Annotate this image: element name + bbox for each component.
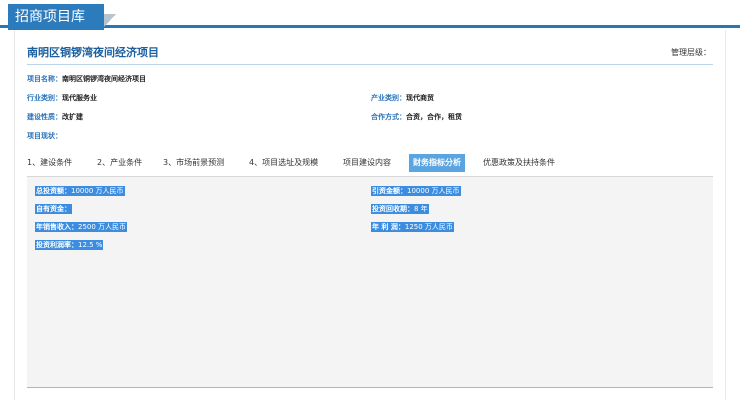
tab-industry-conditions[interactable]: 2、产业条件 [97,154,142,172]
info-label: 建设性质： [27,113,62,121]
metric-profit-rate: 投资利润率：12.5 % [35,240,104,250]
tab-site-and-scale[interactable]: 4、项目选址及规模 [249,154,318,172]
project-title: 南明区铜锣湾夜间经济项目 [27,46,159,59]
metric-label: 引资金额： [372,187,407,195]
metric-annual-profit: 年 利 润：1250 万人民币 [371,222,454,232]
metric-attracted-investment: 引资金额：10000 万人民币 [371,186,461,196]
info-cooperation: 合作方式：合资，合作，租赁 [371,112,462,122]
metric-label: 年销售收入： [36,223,78,231]
metric-label: 自有资金： [36,205,71,213]
metric-label: 年 利 润： [372,223,405,231]
info-label: 项目名称： [27,75,62,83]
metric-label: 总投资额： [36,187,71,195]
info-value: 南明区铜锣湾夜间经济项目 [62,75,146,83]
metric-value: 10000 万人民币 [71,187,124,195]
metric-value: 10000 万人民币 [407,187,460,195]
detail-tabs: 1、建设条件 2、产业条件 3、市场前景预测 4、项目选址及规模 项目建设内容 … [27,154,713,172]
banner-title: 招商项目库 [8,4,104,30]
metric-label: 投资利润率： [36,241,78,249]
info-sector: 产业类别：现代商贸 [371,93,434,103]
info-label: 合作方式： [371,113,406,121]
metric-label: 投资回收期： [372,205,414,213]
info-construction: 建设性质：改扩建 [27,112,83,122]
title-divider [27,64,713,65]
info-value: 合资，合作，租赁 [406,113,462,121]
info-value: 现代商贸 [406,94,434,102]
tab-construction-conditions[interactable]: 1、建设条件 [27,154,72,172]
metric-total-investment: 总投资额：10000 万人民币 [35,186,125,196]
tab-financial-analysis[interactable]: 财务指标分析 [409,154,465,172]
info-status: 项目现状： [27,131,62,141]
management-level-label: 管理层级： [671,48,711,57]
info-label: 行业类别： [27,94,62,102]
tab-preferential-policies[interactable]: 优惠政策及扶持条件 [483,154,555,172]
tab-market-forecast[interactable]: 3、市场前景预测 [163,154,224,172]
metric-annual-sales: 年销售收入：2500 万人民币 [35,222,128,232]
info-industry: 行业类别：现代服务业 [27,93,97,103]
metric-payback-period: 投资回收期：8 年 [371,204,429,214]
financial-panel: 总投资额：10000 万人民币 引资金额：10000 万人民币 自有资金： 投资… [27,176,713,388]
info-label: 产业类别： [371,94,406,102]
banner-fold [104,14,116,27]
project-card: 南明区铜锣湾夜间经济项目 管理层级： 项目名称：南明区铜锣湾夜间经济项目 行业类… [14,30,726,400]
metric-value: 2500 万人民币 [78,223,127,231]
metric-own-funds: 自有资金： [35,204,72,214]
tab-construction-content[interactable]: 项目建设内容 [343,154,391,172]
metric-value: 8 年 [414,205,428,213]
info-project-name: 项目名称：南明区铜锣湾夜间经济项目 [27,74,146,84]
info-value: 改扩建 [62,113,83,121]
info-label: 项目现状： [27,132,62,140]
info-value: 现代服务业 [62,94,97,102]
metric-value: 1250 万人民币 [404,223,453,231]
metric-value: 12.5 % [78,241,103,249]
